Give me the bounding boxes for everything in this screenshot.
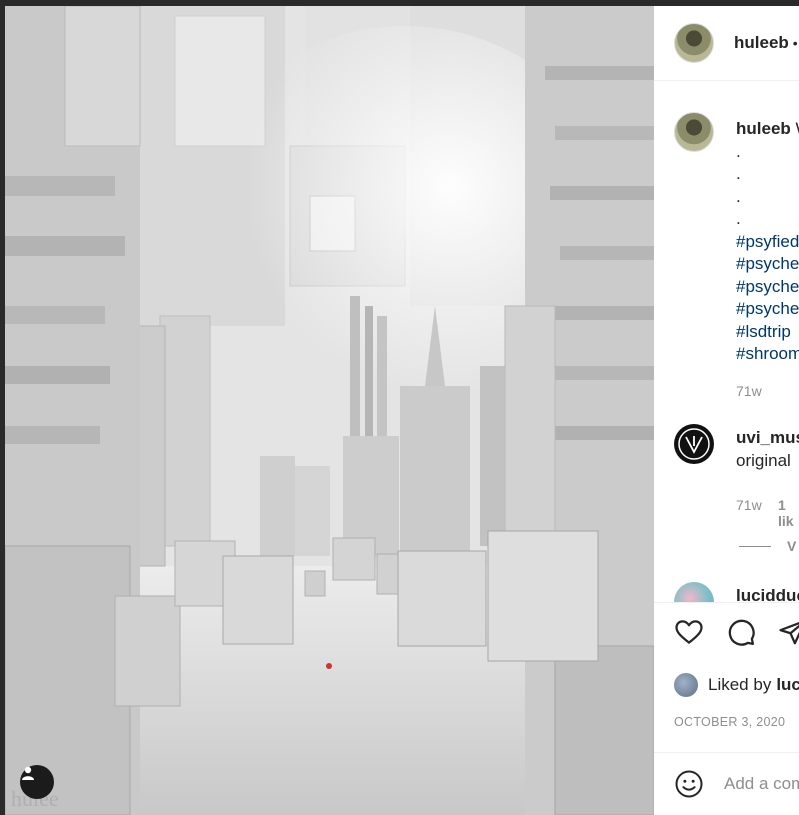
- hashtag-link[interactable]: #lsdtrip: [736, 321, 799, 344]
- liked-by-username[interactable]: luc: [776, 675, 799, 695]
- heart-icon[interactable]: [674, 617, 704, 647]
- comment-username[interactable]: uvi_mus: [736, 428, 799, 447]
- comment-icon[interactable]: [726, 617, 756, 647]
- liked-by-avatar[interactable]: [674, 673, 698, 697]
- comment-likes[interactable]: 1 lik: [778, 497, 799, 529]
- caption-avatar[interactable]: [674, 112, 714, 152]
- caption-body-start: W: [796, 119, 799, 138]
- liked-by-label: Liked by: [708, 675, 772, 694]
- post-date[interactable]: OCTOBER 3, 2020: [674, 715, 785, 729]
- view-replies-label[interactable]: V: [787, 538, 796, 554]
- futuristic-city-illustration: hulee: [5, 6, 654, 815]
- post-side-panel: huleeb • huleeb W . . . . #psyfied #psyc…: [654, 6, 799, 815]
- header-separator: •: [792, 35, 798, 51]
- comment-body: original: [736, 451, 791, 470]
- hashtag-link[interactable]: #psyche: [736, 253, 799, 276]
- caption-dot: .: [736, 186, 741, 206]
- share-icon[interactable]: [778, 617, 799, 647]
- emoji-icon[interactable]: [674, 769, 704, 799]
- view-replies-button[interactable]: V: [739, 538, 796, 554]
- post-header: huleeb •: [654, 6, 799, 81]
- caption-dot: .: [736, 141, 741, 161]
- add-comment-bar: [654, 752, 799, 815]
- hashtag-link[interactable]: #psyche: [736, 298, 799, 321]
- replies-divider: [739, 545, 771, 547]
- hashtag-link[interactable]: #psyche: [736, 276, 799, 299]
- add-comment-input[interactable]: [724, 774, 799, 794]
- caption-username[interactable]: huleeb: [736, 119, 791, 138]
- liked-by: Liked by luc: [674, 673, 799, 697]
- comment-timestamp[interactable]: 71w: [736, 497, 762, 513]
- commenter-avatar[interactable]: [674, 424, 714, 464]
- user-tag-icon[interactable]: [20, 765, 54, 799]
- caption-dot: .: [736, 164, 741, 183]
- commenter-avatar[interactable]: [674, 582, 714, 602]
- comment-text: uvi_mus original: [736, 426, 799, 472]
- caption-timestamp[interactable]: 71w: [736, 383, 762, 399]
- hashtag-link[interactable]: #shroom: [736, 343, 799, 366]
- hashtag-link[interactable]: #psyfied: [736, 231, 799, 254]
- author-username[interactable]: huleeb: [734, 33, 789, 53]
- comment-username[interactable]: lucidduc: [736, 586, 799, 602]
- comment-text: lucidduc: [736, 584, 799, 602]
- caption-text: huleeb W . . . . #psyfied #psyche #psych…: [736, 118, 799, 366]
- caption-dot: .: [736, 209, 741, 228]
- action-buttons: [674, 617, 799, 647]
- post-image[interactable]: hulee: [5, 6, 654, 815]
- comments-list[interactable]: huleeb W . . . . #psyfied #psyche #psych…: [654, 82, 799, 602]
- author-avatar[interactable]: [674, 23, 714, 63]
